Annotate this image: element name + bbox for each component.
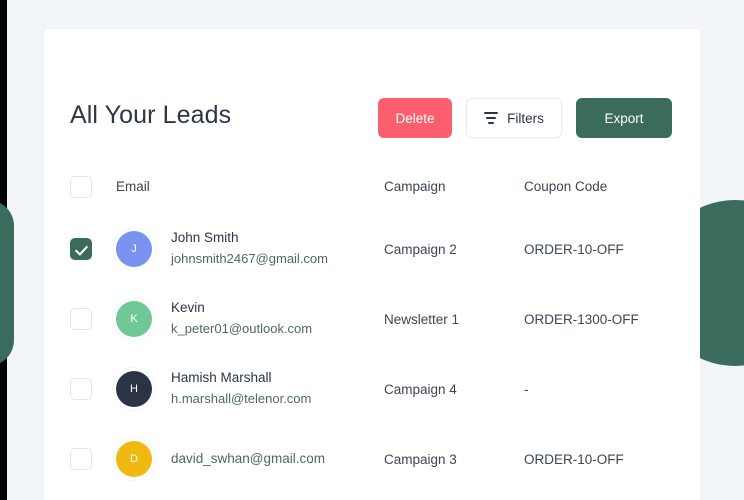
lead-identity-cell: J John Smith johnsmith2467@gmail.com [116, 228, 384, 269]
table-header-row: Email Campaign Coupon Code [44, 159, 700, 214]
leads-table: Email Campaign Coupon Code J John Smith jo… [44, 159, 700, 494]
lead-name: John Smith [171, 230, 239, 246]
lead-email: david_swhan@gmail.com [171, 450, 326, 466]
lead-email: h.marshall@telenor.com [171, 391, 312, 407]
row-checkbox[interactable] [70, 308, 92, 330]
lead-identity-cell: K Kevin k_peter01@outlook.com [116, 298, 384, 339]
table-body: J John Smith johnsmith2467@gmail.com Campai… [44, 214, 700, 494]
column-header-campaign: Campaign [384, 179, 446, 194]
table-row[interactable]: H Hamish Marshall h.marshall@telenor.com Ca… [44, 354, 700, 424]
header-actions: Delete Filters Export [378, 98, 672, 138]
column-header-coupon: Coupon Code [524, 179, 608, 194]
row-select-cell [70, 238, 116, 260]
table-row[interactable]: Ddavid_swhan@gmail.com Campaign 3 ORDER-10… [44, 424, 700, 494]
row-select-cell [70, 378, 116, 400]
lead-name: Hamish Marshall [171, 370, 272, 386]
card-header: All Your Leads Delete Filters Export [44, 29, 700, 159]
filters-button-label: Filters [507, 110, 544, 126]
select-all-cell [70, 175, 116, 198]
export-button[interactable]: Export [576, 98, 672, 138]
filters-button[interactable]: Filters [466, 98, 562, 138]
row-checkbox[interactable] [70, 448, 92, 470]
leads-card: All Your Leads Delete Filters Export Ema… [44, 29, 700, 500]
lead-email: johnsmith2467@gmail.com [171, 251, 328, 267]
table-row[interactable]: J John Smith johnsmith2467@gmail.com Campai… [44, 214, 700, 284]
avatar: K [116, 301, 152, 337]
row-checkbox[interactable] [70, 238, 92, 260]
decorative-shape-left [0, 200, 14, 366]
avatar: J [116, 231, 152, 267]
row-select-cell [70, 308, 116, 330]
lead-campaign: Campaign 2 [384, 241, 457, 257]
select-all-checkbox[interactable] [70, 175, 92, 198]
delete-button[interactable]: Delete [378, 98, 452, 138]
lead-identity-cell: H Hamish Marshall h.marshall@telenor.com [116, 368, 384, 409]
row-select-cell [70, 448, 116, 470]
lead-coupon-code: - [524, 381, 529, 397]
lead-details: John Smith johnsmith2467@gmail.com [171, 228, 328, 269]
lead-details: david_swhan@gmail.com [171, 449, 325, 470]
lead-campaign: Campaign 4 [384, 381, 457, 397]
table-row[interactable]: K Kevin k_peter01@outlook.com Newsletter 1 O… [44, 284, 700, 354]
filter-icon [484, 111, 499, 125]
lead-coupon-code: ORDER-10-OFF [524, 451, 624, 467]
lead-details: Kevin k_peter01@outlook.com [171, 298, 312, 339]
lead-campaign: Campaign 3 [384, 451, 457, 467]
lead-email: k_peter01@outlook.com [171, 321, 313, 337]
row-checkbox[interactable] [70, 378, 92, 400]
avatar: H [116, 371, 152, 407]
lead-campaign: Newsletter 1 [384, 311, 460, 327]
lead-identity-cell: Ddavid_swhan@gmail.com [116, 441, 384, 477]
lead-name: Kevin [171, 300, 205, 316]
avatar: D [116, 441, 152, 477]
lead-coupon-code: ORDER-1300-OFF [524, 311, 639, 327]
page-title: All Your Leads [70, 101, 232, 129]
column-header-email: Email [116, 179, 150, 194]
lead-coupon-code: ORDER-10-OFF [524, 241, 624, 257]
lead-details: Hamish Marshall h.marshall@telenor.com [171, 368, 311, 409]
